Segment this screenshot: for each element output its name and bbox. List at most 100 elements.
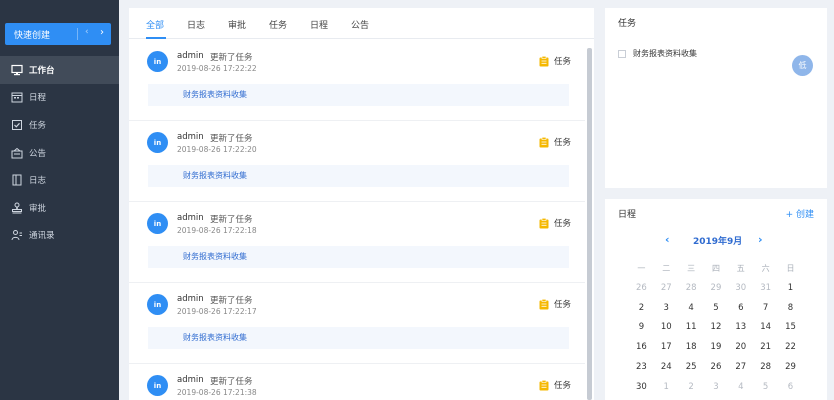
calendar-day[interactable]: 17 — [654, 338, 679, 358]
feed-task-card[interactable]: 财务报表资料收集 — [148, 165, 569, 187]
calendar-day[interactable]: 29 — [704, 279, 729, 299]
clipboard-icon — [539, 217, 549, 228]
sidebar-item-contacts[interactable]: 通讯录 — [0, 222, 119, 250]
tab-approval[interactable]: 审批 — [228, 18, 246, 31]
calendar-day[interactable]: 26 — [704, 358, 729, 378]
calendar-day[interactable]: 2 — [629, 299, 654, 319]
calendar-day[interactable]: 2 — [679, 378, 704, 398]
weekday-label: 四 — [711, 264, 720, 273]
calendar-day[interactable]: 26 — [629, 279, 654, 299]
feed-type: 任务 — [539, 55, 571, 67]
feed-type-label: 任务 — [554, 300, 572, 310]
calendar-day[interactable]: 29 — [778, 358, 803, 378]
feed-item[interactable]: in admin 更新了任务 2019-08-26 17:22:22 任务 财务… — [129, 40, 585, 121]
calendar-week-row: 9 10 11 12 13 14 15 — [629, 318, 803, 338]
calendar-day[interactable]: 19 — [704, 338, 729, 358]
sidebar-item-approval[interactable]: 审批 — [0, 194, 119, 222]
sidebar-item-schedule[interactable]: 日程 — [0, 84, 119, 112]
calendar-day[interactable]: 27 — [728, 358, 753, 378]
calendar-day[interactable]: 16 — [629, 338, 654, 358]
calendar-day[interactable]: 7 — [753, 299, 778, 319]
calendar-day[interactable]: 4 — [728, 378, 753, 398]
sidebar-item-label: 日志 — [29, 176, 47, 187]
calendar-weekday-row: 一 二 三 四 五 六 日 — [629, 259, 803, 279]
calendar-day[interactable]: 22 — [778, 338, 803, 358]
quick-create-button[interactable]: 快速创建 ‹ › — [5, 23, 111, 45]
calendar-panel-title: 日程 — [618, 210, 637, 220]
calendar-day[interactable]: 30 — [629, 378, 654, 398]
tab-log[interactable]: 日志 — [187, 18, 205, 31]
calendar-day[interactable]: 15 — [778, 318, 803, 338]
calendar-day[interactable]: 6 — [728, 299, 753, 319]
feed-item[interactable]: in admin 更新了任务 2019-08-26 17:22:20 任务 财务… — [129, 121, 585, 202]
feed-item[interactable]: in admin 更新了任务 2019-08-26 17:21:38 任务 — [129, 364, 585, 400]
calendar-day[interactable]: 5 — [704, 299, 729, 319]
tab-announcement[interactable]: 公告 — [351, 18, 369, 31]
feed-time: 2019-08-26 17:22:22 — [177, 64, 257, 73]
calendar-day[interactable]: 18 — [679, 338, 704, 358]
feed-task-card[interactable]: 财务报表资料收集 — [148, 84, 569, 106]
feed-item[interactable]: in admin 更新了任务 2019-08-26 17:22:17 任务 财务… — [129, 283, 585, 364]
sidebar-item-label: 通讯录 — [29, 231, 55, 242]
feed-type: 任务 — [539, 136, 571, 148]
weekday-label: 日 — [786, 264, 795, 273]
task-checkbox[interactable] — [618, 49, 626, 58]
calendar-day[interactable]: 5 — [753, 378, 778, 398]
feed-task-card[interactable]: 财务报表资料收集 — [148, 327, 569, 349]
calendar-day[interactable]: 23 — [629, 358, 654, 378]
sidebar-item-log[interactable]: 日志 — [0, 166, 119, 194]
calendar-day[interactable]: 1 — [778, 279, 803, 299]
calendar-day[interactable]: 6 — [778, 378, 803, 398]
task-priority-badge: 低 — [792, 55, 813, 76]
tab-all[interactable]: 全部 — [146, 18, 164, 31]
calendar-grid: 一 二 三 四 五 六 日 26 27 28 29 30 31 1 2 3 4 5 6 7 8 9 10 11 1… — [629, 259, 803, 398]
weekday-label: 五 — [736, 264, 745, 273]
sidebar-item-workbench[interactable]: 工作台 — [0, 56, 119, 84]
sidebar-item-label: 工作台 — [29, 65, 55, 76]
calendar-day[interactable]: 12 — [704, 318, 729, 338]
calendar-day[interactable]: 25 — [679, 358, 704, 378]
calendar-day[interactable]: 21 — [753, 338, 778, 358]
calendar-day[interactable]: 3 — [704, 378, 729, 398]
feed-action: 更新了任务 — [210, 134, 253, 144]
sidebar-item-label: 审批 — [29, 203, 47, 214]
calendar-day[interactable]: 28 — [679, 279, 704, 299]
feed-action: 更新了任务 — [210, 215, 253, 225]
weekday-label: 六 — [761, 264, 770, 273]
next-month-icon[interactable]: › — [758, 233, 763, 246]
calendar-day[interactable]: 28 — [753, 358, 778, 378]
task-item[interactable]: 财务报表资料收集 — [618, 48, 697, 59]
chevron-right-icon[interactable]: › — [100, 27, 104, 38]
calendar-day[interactable]: 8 — [778, 299, 803, 319]
feed-item[interactable]: in admin 更新了任务 2019-08-26 17:22:18 任务 财务… — [129, 202, 585, 283]
calendar-day[interactable]: 3 — [654, 299, 679, 319]
calendar-day[interactable]: 30 — [728, 279, 753, 299]
calendar-day[interactable]: 27 — [654, 279, 679, 299]
sidebar-item-announcement[interactable]: 公告 — [0, 139, 119, 167]
calendar-day[interactable]: 24 — [654, 358, 679, 378]
calendar-day[interactable]: 11 — [679, 318, 704, 338]
feed-scrollbar[interactable] — [587, 48, 592, 400]
avatar: in — [147, 375, 168, 396]
clipboard-icon — [539, 298, 549, 309]
calendar-day[interactable]: 1 — [654, 378, 679, 398]
announcement-icon — [11, 147, 23, 159]
calendar-month: 2019年9月 — [693, 237, 743, 247]
create-schedule-link[interactable]: + 创建 — [786, 207, 814, 220]
calendar-day[interactable]: 9 — [629, 318, 654, 338]
calendar-day[interactable]: 10 — [654, 318, 679, 338]
calendar-day[interactable]: 14 — [753, 318, 778, 338]
sidebar-item-tasks[interactable]: 任务 — [0, 111, 119, 139]
chevron-left-icon[interactable]: ‹ — [85, 27, 89, 37]
calendar-day[interactable]: 31 — [753, 279, 778, 299]
calendar-icon — [11, 91, 23, 103]
calendar-day[interactable]: 13 — [728, 318, 753, 338]
calendar-week-row: 16 17 18 19 20 21 22 — [629, 338, 803, 358]
feed-task-card[interactable]: 财务报表资料收集 — [148, 246, 569, 268]
clipboard-icon — [539, 55, 549, 66]
prev-month-icon[interactable]: ‹ — [665, 233, 670, 246]
tab-tasks[interactable]: 任务 — [269, 18, 287, 31]
tab-schedule[interactable]: 日程 — [310, 18, 328, 31]
calendar-day[interactable]: 4 — [679, 299, 704, 319]
calendar-day[interactable]: 20 — [728, 338, 753, 358]
